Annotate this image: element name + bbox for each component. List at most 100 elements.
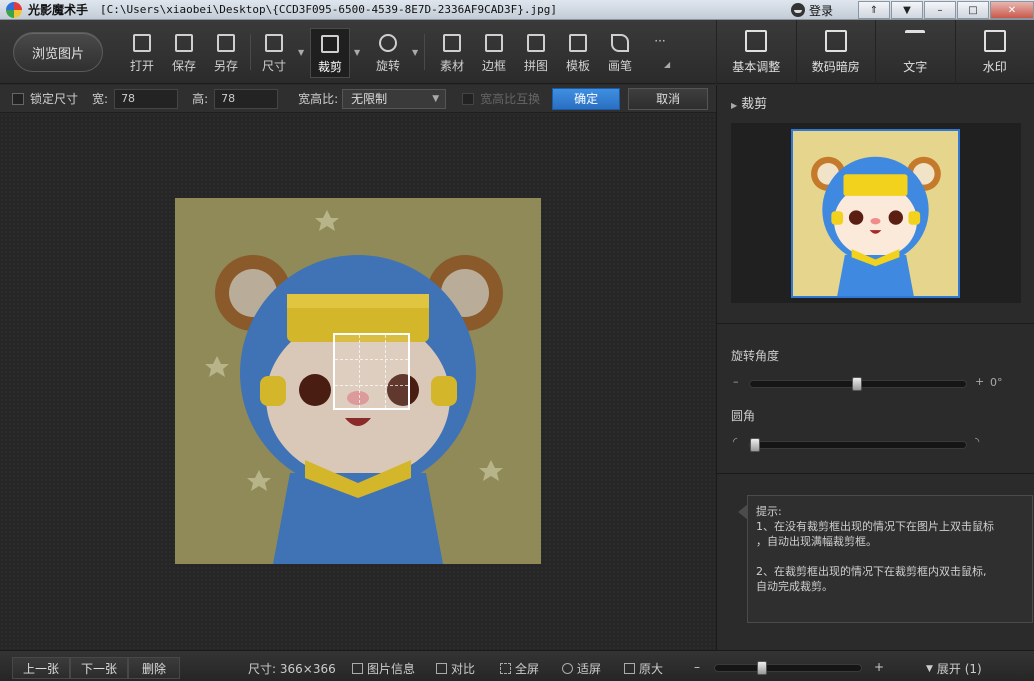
edited-image[interactable] [175, 198, 541, 564]
expand-filmstrip-button[interactable]: ▼ 展开 (1) [926, 660, 982, 677]
prev-image-button[interactable]: 上一张 [12, 657, 70, 679]
fullscreen-button[interactable]: 全屏 [500, 660, 539, 677]
collapse-arrow-icon[interactable]: ▶ [731, 101, 737, 110]
close-button[interactable]: ✕ [990, 1, 1034, 19]
delete-button[interactable]: 删除 [128, 657, 180, 679]
template-tool[interactable]: 模板 [558, 28, 598, 78]
title-bar: 光影魔术手 [C:\Users\xiaobei\Desktop\{CCD3F09… [0, 0, 1034, 20]
size-tool[interactable]: 尺寸 [254, 28, 294, 78]
collage-tool[interactable]: 拼图 [516, 28, 556, 78]
fullscreen-icon [500, 663, 511, 674]
maximize-button[interactable]: □ [957, 1, 989, 19]
compare-button[interactable]: 对比 [436, 660, 475, 677]
confirm-button[interactable]: 确定 [552, 87, 621, 110]
rotate-label: 旋转 [375, 59, 400, 73]
open-icon [133, 34, 151, 52]
menu-button[interactable]: ▼ [891, 1, 923, 19]
lock-size-checkbox[interactable] [12, 92, 24, 105]
browse-images-button[interactable]: 浏览图片 [13, 32, 103, 72]
crop-panel: ▶ 裁剪 旋转角度 – + 0° 圆角 ◜ ◝ 提示: 1、在没有裁剪框出现的情… [716, 85, 1034, 650]
original-size-label: 原大 [639, 662, 664, 676]
rotate-slider-handle[interactable] [852, 377, 862, 391]
save-as-icon [217, 34, 235, 52]
rotate-tool[interactable]: 旋转 [368, 28, 408, 78]
camera-icon [824, 29, 847, 52]
swap-ratio-checkbox[interactable] [462, 92, 475, 105]
zoom-out-button[interactable]: – [694, 660, 700, 674]
cancel-button[interactable]: 取消 [628, 87, 709, 110]
original-size-button[interactable]: 原大 [624, 660, 663, 677]
next-image-button[interactable]: 下一张 [70, 657, 128, 679]
text-icon [905, 29, 926, 52]
compare-icon [436, 663, 447, 674]
brush-tool[interactable]: 画笔 [600, 28, 640, 78]
save-as-tool[interactable]: 另存 [206, 28, 246, 78]
crop-options-bar: 锁定尺寸 宽: 78 高: 78 宽高比: 无限制 ▼ 宽高比互换 确定 取消 [0, 85, 716, 113]
rotate-minus-icon[interactable]: – [733, 375, 739, 388]
user-face-icon [790, 3, 805, 17]
login-button[interactable]: 登录 [790, 2, 833, 19]
fullscreen-label: 全屏 [515, 662, 540, 676]
ratio-value: 无限制 [351, 91, 388, 106]
right-toolbar: 基本调整 数码暗房 文字 水印 [716, 20, 1034, 84]
more-label: ··· [654, 34, 666, 48]
more-dropdown-icon[interactable]: ◢ [664, 60, 670, 69]
width-input[interactable]: 78 [114, 88, 179, 109]
watermark-label: 水印 [982, 59, 1007, 74]
save-label: 保存 [171, 59, 196, 73]
more-tools-button[interactable]: ··· [640, 28, 680, 78]
fit-screen-icon [562, 663, 573, 674]
open-tool[interactable]: 打开 [122, 28, 162, 78]
toolbar-divider [250, 34, 251, 70]
darkroom-tool[interactable]: 数码暗房 [795, 20, 876, 84]
app-window: 光影魔术手 [C:\Users\xiaobei\Desktop\{CCD3F09… [0, 0, 1034, 681]
hint-box: 提示: 1、在没有裁剪框出现的情况下在图片上双击鼠标 ，自动出现满幅裁剪框。 2… [738, 495, 1033, 623]
printer-icon [569, 34, 587, 52]
size-label: 尺寸 [261, 59, 286, 73]
resize-icon [265, 34, 283, 52]
text-tool[interactable]: 文字 [875, 20, 955, 84]
image-info-button[interactable]: 图片信息 [352, 660, 415, 677]
crop-dropdown-icon[interactable]: ▼ [354, 48, 360, 57]
height-label: 高: [192, 92, 209, 106]
rotate-dropdown-icon[interactable]: ▼ [412, 48, 418, 57]
round-slider-handle[interactable] [750, 438, 760, 452]
zoom-slider[interactable] [714, 661, 862, 675]
image-canvas[interactable] [0, 114, 716, 650]
watermark-tool[interactable]: 水印 [954, 20, 1034, 84]
image-size-readout: 尺寸: 366×366 [248, 662, 336, 676]
material-tool[interactable]: 素材 [432, 28, 472, 78]
login-label: 登录 [808, 3, 833, 18]
watermark-icon [983, 29, 1006, 52]
fit-screen-button[interactable]: 适屏 [562, 660, 601, 677]
preview-area [731, 123, 1021, 303]
panel-divider [717, 323, 1034, 324]
swap-ratio-label: 宽高比互换 [480, 92, 541, 106]
crop-frame[interactable] [333, 333, 410, 410]
image-info-label: 图片信息 [367, 662, 416, 676]
open-label: 打开 [129, 59, 154, 73]
zoom-in-button[interactable]: + [874, 660, 884, 674]
round-corner-slider[interactable] [749, 438, 967, 452]
preview-thumbnail[interactable] [791, 129, 960, 298]
round-corner-label: 圆角 [731, 409, 756, 423]
save-tool[interactable]: 保存 [164, 28, 204, 78]
basic-adjust-tool[interactable]: 基本调整 [716, 20, 796, 84]
skin-button[interactable]: ⇑ [858, 1, 890, 19]
panel-divider [717, 473, 1034, 474]
status-bar: 上一张 下一张 删除 尺寸: 366×366 图片信息 对比 全屏 适屏 原大 … [0, 650, 1034, 681]
height-input[interactable]: 78 [214, 88, 279, 109]
rotate-plus-icon[interactable]: + [975, 375, 984, 388]
image-info-icon [352, 663, 363, 674]
zoom-slider-handle[interactable] [757, 661, 767, 675]
rotate-icon [379, 34, 397, 52]
minimize-button[interactable]: – [924, 1, 956, 19]
ratio-select[interactable]: 无限制 ▼ [342, 88, 447, 109]
crop-tool[interactable]: 裁剪 [310, 28, 350, 78]
size-dropdown-icon[interactable]: ▼ [298, 48, 304, 57]
border-tool[interactable]: 边框 [474, 28, 514, 78]
rotate-angle-label: 旋转角度 [731, 349, 780, 363]
material-label: 素材 [439, 59, 464, 73]
expand-label: 展开 (1) [936, 662, 982, 676]
rotate-angle-slider[interactable] [749, 377, 967, 391]
